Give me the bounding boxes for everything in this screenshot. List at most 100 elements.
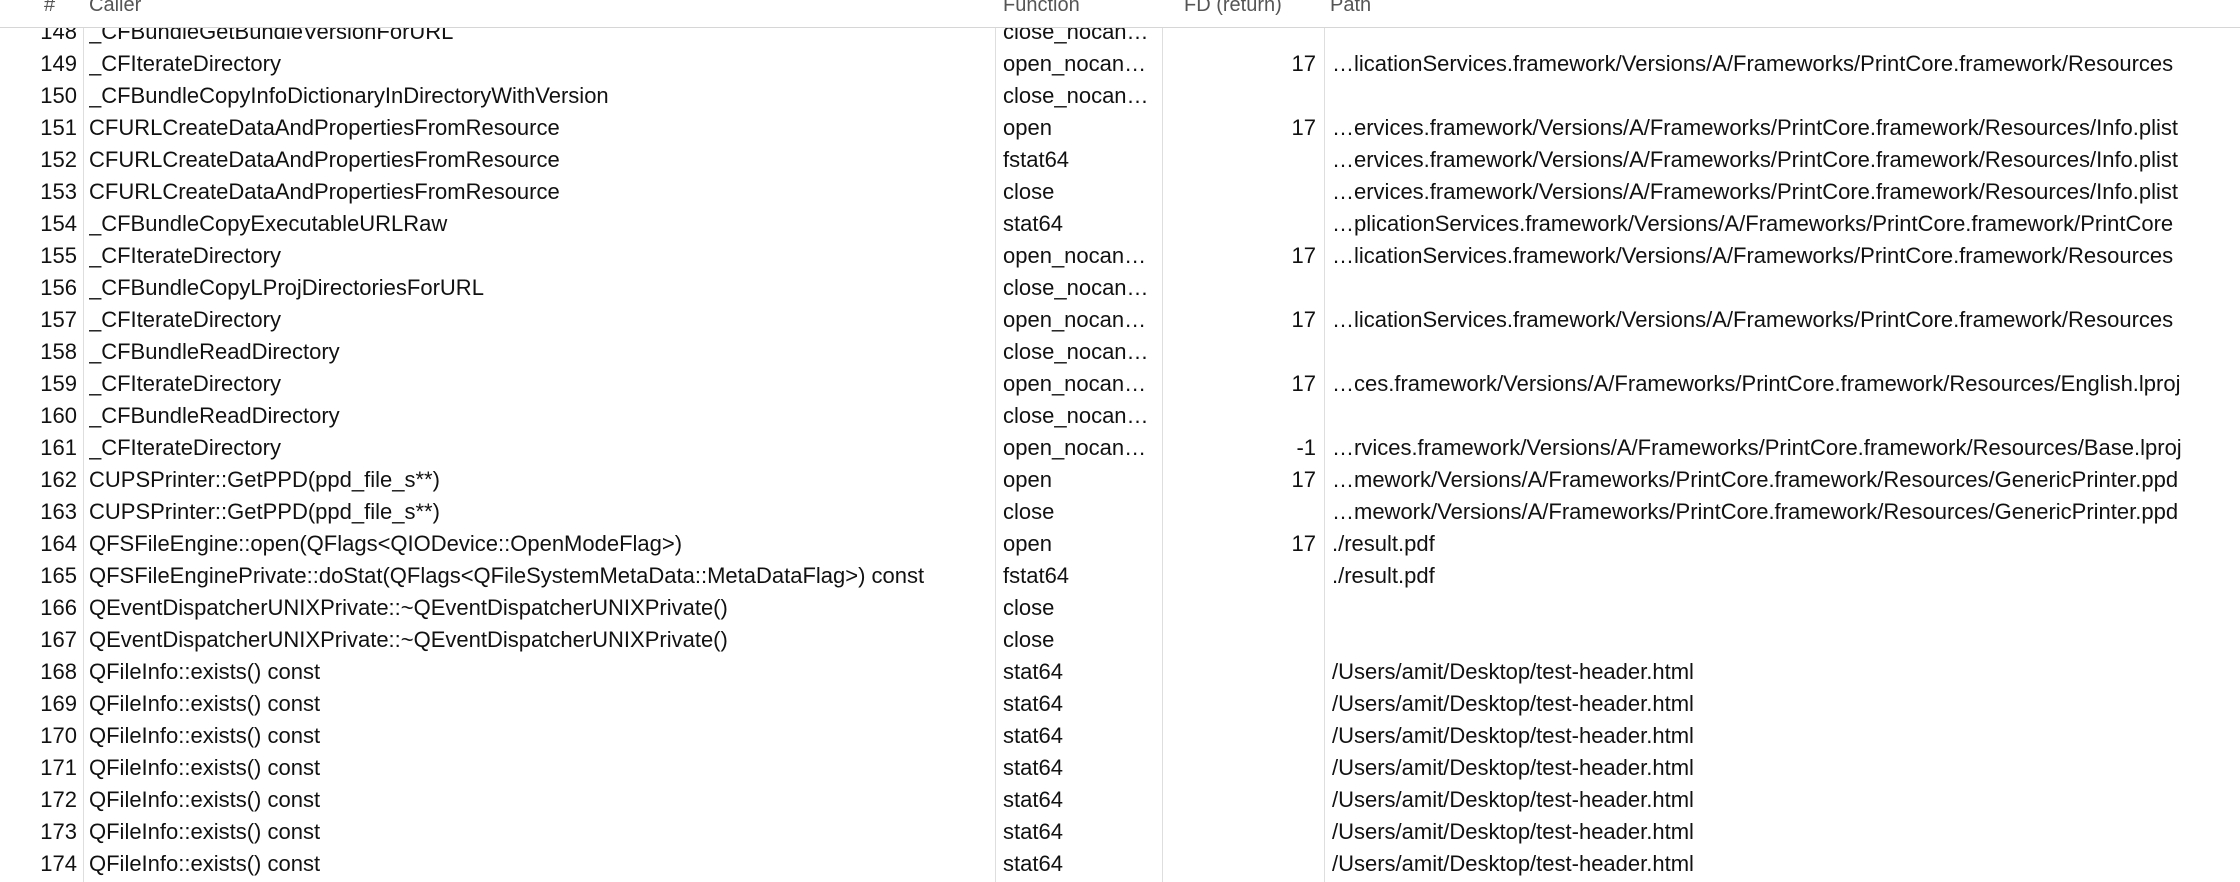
function-cell: close [1003,595,1055,620]
fd-cell [1170,272,1316,304]
fd-cell [1170,784,1316,816]
row-number: 160 [40,403,77,428]
function-cell: stat64 [1003,819,1063,844]
row-number: 158 [40,339,77,364]
fd-cell [1170,80,1316,112]
row-number: 173 [40,819,77,844]
path-cell [1332,80,2236,112]
row-number: 151 [40,115,77,140]
table-row[interactable]: 158 _CFBundleReadDirectory close_nocan… [0,336,2240,368]
row-number: 153 [40,179,77,204]
path-cell: ./result.pdf [1332,531,1435,556]
table-row[interactable]: 150 _CFBundleCopyInfoDictionaryInDirector… [0,80,2240,112]
caller-cell: _CFBundleReadDirectory [89,403,340,428]
fd-cell: 17 [1291,531,1316,556]
table-row[interactable]: 166 QEventDispatcherUNIXPrivate::~QEventD… [0,592,2240,624]
table-row[interactable]: 165 QFSFileEnginePrivate::doStat(QFlags<Q… [0,560,2240,592]
table-row[interactable]: 168 QFileInfo::exists() const stat64/Users… [0,656,2240,688]
function-cell: fstat64 [1003,563,1070,588]
function-cell: open [1003,115,1052,140]
table-row[interactable]: 169 QFileInfo::exists() const stat64/Users… [0,688,2240,720]
table-row[interactable]: 152 CFURLCreateDataAndPropertiesFromResou… [0,144,2240,176]
fd-cell [1170,496,1316,528]
table-row[interactable]: 156 _CFBundleCopyLProjDirectoriesForURL cl… [0,272,2240,304]
path-cell [1332,336,2236,368]
column-header-number[interactable]: # [44,0,55,20]
caller-cell: CUPSPrinter::GetPPD(ppd_file_s**) [89,467,440,492]
row-number: 152 [40,147,77,172]
fd-cell [1170,688,1316,720]
row-number: 172 [40,787,77,812]
table-row[interactable]: 153 CFURLCreateDataAndPropertiesFromResou… [0,176,2240,208]
function-cell: open_nocan… [1003,51,1147,76]
table-row[interactable]: 170 QFileInfo::exists() const stat64/Users… [0,720,2240,752]
fd-cell [1170,656,1316,688]
table-row[interactable]: 154 _CFBundleCopyExecutableURLRaw stat64 …p… [0,208,2240,240]
row-number: 166 [40,595,77,620]
table-row[interactable]: 173 QFileInfo::exists() const stat64/Users… [0,816,2240,848]
function-cell: stat64 [1003,211,1063,236]
column-header-caller[interactable]: Caller [89,0,141,20]
column-divider[interactable] [83,0,84,882]
fd-cell [1170,592,1316,624]
table-row[interactable]: 155 _CFIterateDirectory open_nocan… 17 …lica… [0,240,2240,272]
path-cell: …ervices.framework/Versions/A/Frameworks… [1332,115,2179,140]
row-number: 165 [40,563,77,588]
caller-cell: _CFBundleCopyInfoDictionaryInDirectoryWi… [89,83,609,108]
caller-cell: _CFBundleCopyLProjDirectoriesForURL [89,275,484,300]
row-number: 154 [40,211,77,236]
table-row[interactable]: 164 QFSFileEngine::open(QFlags<QIODevice:… [0,528,2240,560]
function-cell: stat64 [1003,787,1063,812]
caller-cell: _CFIterateDirectory [89,51,281,76]
row-number: 159 [40,371,77,396]
fd-cell [1170,400,1316,432]
column-header-fd[interactable]: FD (return) [1184,0,1282,20]
table-body: 147open_nocan…148_CFBundleGetBundleVersi… [0,0,2240,880]
caller-cell: QFSFileEnginePrivate::doStat(QFlags<QFil… [89,563,925,588]
column-divider[interactable] [1324,0,1325,882]
table-header[interactable]: # Caller Function FD (return) Path [0,0,2240,28]
table-row[interactable]: 161 _CFIterateDirectory open_nocan… -1 …rvic… [0,432,2240,464]
fd-cell: 17 [1291,307,1316,332]
column-divider[interactable] [995,0,996,882]
function-cell: open [1003,467,1052,492]
fd-cell [1170,720,1316,752]
table-row[interactable]: 162 CUPSPrinter::GetPPD(ppd_file_s**) open… [0,464,2240,496]
fd-cell [1170,176,1316,208]
path-cell [1332,272,2236,304]
row-number: 174 [40,851,77,876]
column-divider[interactable] [1162,0,1163,882]
function-cell: close [1003,179,1055,204]
function-cell: close_nocan… [1003,339,1149,364]
table-row[interactable]: 160 _CFBundleReadDirectory close_nocan… [0,400,2240,432]
fd-cell [1170,560,1316,592]
row-number: 150 [40,83,77,108]
table-row[interactable]: 171 QFileInfo::exists() const stat64/Users… [0,752,2240,784]
fd-cell: -1 [1296,435,1316,460]
table-row[interactable]: 149 _CFIterateDirectory open_nocan… 17 …lica… [0,48,2240,80]
function-cell: stat64 [1003,659,1063,684]
syscall-trace-table[interactable]: # Caller Function FD (return) Path 147op… [0,0,2240,882]
column-header-function[interactable]: Function [1003,0,1080,20]
row-number: 170 [40,723,77,748]
fd-cell [1170,752,1316,784]
row-number: 156 [40,275,77,300]
row-number: 155 [40,243,77,268]
caller-cell: QFileInfo::exists() const [89,723,321,748]
table-row[interactable]: 167 QEventDispatcherUNIXPrivate::~QEventD… [0,624,2240,656]
column-header-path[interactable]: Path [1330,0,1371,20]
table-row[interactable]: 151 CFURLCreateDataAndPropertiesFromResou… [0,112,2240,144]
function-cell: stat64 [1003,723,1063,748]
function-cell: stat64 [1003,851,1063,876]
table-row[interactable]: 174 QFileInfo::exists() const stat64/Users… [0,848,2240,880]
table-row[interactable]: 157 _CFIterateDirectory open_nocan… 17 …lica… [0,304,2240,336]
fd-cell [1170,816,1316,848]
table-row[interactable]: 159 _CFIterateDirectory open_nocan… 17 …ces.… [0,368,2240,400]
caller-cell: _CFBundleCopyExecutableURLRaw [89,211,448,236]
function-cell: stat64 [1003,691,1063,716]
path-cell: /Users/amit/Desktop/test-header.html [1332,755,1694,780]
table-row[interactable]: 172 QFileInfo::exists() const stat64/Users… [0,784,2240,816]
caller-cell: QFSFileEngine::open(QFlags<QIODevice::Op… [89,531,683,556]
fd-cell: 17 [1291,467,1316,492]
table-row[interactable]: 163 CUPSPrinter::GetPPD(ppd_file_s**) clos… [0,496,2240,528]
